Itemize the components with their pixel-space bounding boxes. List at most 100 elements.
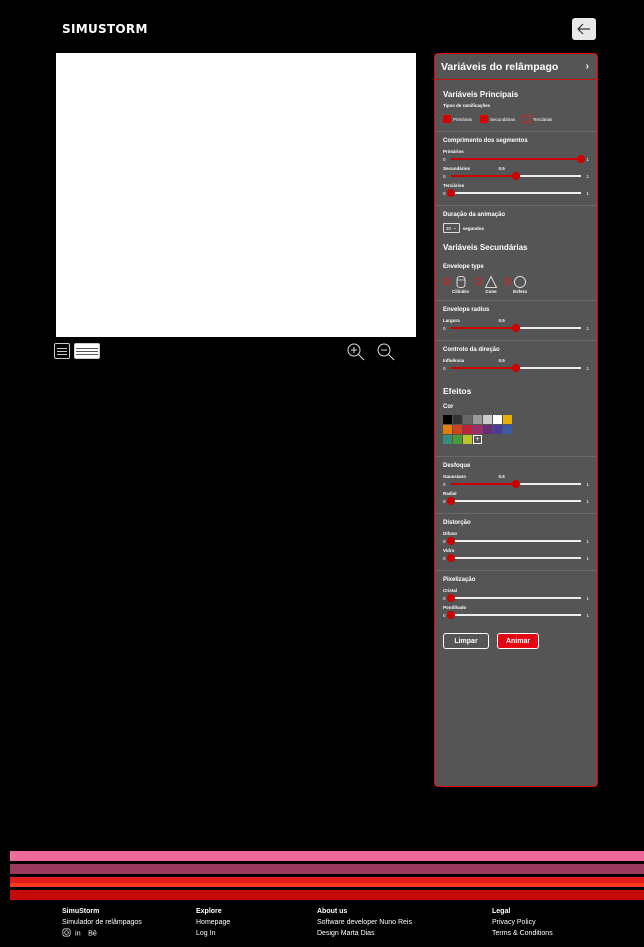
color-swatch[interactable] [483, 425, 492, 434]
slider-handle[interactable] [512, 364, 520, 372]
direction-sliders: Influência 0.5 0 1 [443, 358, 589, 372]
color-swatch[interactable] [463, 415, 472, 424]
color-swatch[interactable] [493, 425, 502, 434]
branch-type-option[interactable]: Primárias [443, 115, 472, 123]
footer-link-terms[interactable]: Terms & Conditions [492, 928, 553, 939]
slider-fill [451, 175, 516, 177]
color-swatch[interactable] [503, 415, 512, 424]
slider-track[interactable] [447, 497, 581, 505]
back-button[interactable] [572, 18, 596, 40]
slider-max: 1 [586, 190, 589, 196]
footer-col-explore: Explore Homepage Log In [196, 906, 230, 939]
branch-type-label: Secundárias [490, 116, 516, 122]
logo[interactable]: SIMUSTORM [62, 22, 148, 36]
zoom-out-icon[interactable] [376, 342, 396, 362]
slider-handle[interactable] [447, 189, 455, 197]
slider-track[interactable] [447, 189, 581, 197]
slider-handle[interactable] [512, 172, 520, 180]
footer-link-privacy[interactable]: Privacy Policy [492, 917, 553, 928]
distortion-sliders: Difuso 0 1 Vidro 0 1 [443, 531, 589, 562]
color-swatch[interactable] [493, 415, 502, 424]
radio-button[interactable] [475, 278, 482, 285]
branch-type-option[interactable]: Terciárias [523, 115, 552, 123]
radio-button[interactable] [504, 278, 511, 285]
envelope-option[interactable]: Cone [475, 275, 498, 294]
clear-button[interactable]: Limpar [443, 633, 489, 649]
instagram-icon[interactable] [62, 928, 71, 937]
color-swatch[interactable] [483, 415, 492, 424]
slider-handle[interactable] [512, 480, 520, 488]
color-swatch[interactable] [473, 415, 482, 424]
branch-type-label: Terciárias [533, 116, 553, 122]
slider-handle[interactable] [447, 554, 455, 562]
checkbox[interactable] [523, 115, 532, 123]
slider: Pontilhado 0 1 [443, 605, 589, 619]
panel-header[interactable]: Variáveis do relâmpago › [435, 54, 597, 80]
slider-track[interactable] [447, 594, 581, 602]
slider-min: 0 [443, 325, 446, 331]
slider-track[interactable] [451, 155, 585, 163]
color-swatch[interactable] [463, 425, 472, 434]
slider-handle[interactable] [577, 155, 585, 163]
slider-track[interactable] [447, 537, 581, 545]
envelope-option[interactable]: Esfera [504, 275, 527, 294]
slider-handle[interactable] [447, 611, 455, 619]
color-swatch[interactable] [443, 415, 452, 424]
footer-designer: Design Marta Dias [317, 930, 375, 937]
main-variables-title: Variáveis Principais [443, 90, 519, 99]
zoom-in-icon[interactable] [346, 342, 366, 362]
slider-track[interactable] [451, 324, 581, 332]
slider-handle[interactable] [447, 497, 455, 505]
color-swatch[interactable] [453, 415, 462, 424]
slider-track-row: 01 [443, 497, 589, 505]
color-swatch[interactable] [453, 435, 462, 444]
envelope-figure: Esfera [513, 275, 527, 294]
branch-types: Primárias Secundárias Terciárias [443, 115, 589, 123]
lightning-canvas[interactable] [56, 53, 416, 337]
slider-handle[interactable] [447, 594, 455, 602]
slider-handle[interactable] [447, 537, 455, 545]
branch-type-option[interactable]: Secundárias [480, 115, 515, 123]
slider-track-row: 01 [443, 189, 589, 197]
envelope-options: Cilindro Cone Esfera [443, 275, 589, 294]
slider-track[interactable] [447, 611, 581, 619]
chevron-right-icon[interactable]: › [586, 61, 589, 72]
add-color-button[interactable]: + [473, 435, 482, 444]
list-view-icon[interactable] [54, 343, 70, 359]
variables-panel: Variáveis do relâmpago › Variáveis Princ… [434, 53, 598, 787]
slider-max: 1 [586, 173, 589, 179]
color-swatch[interactable] [463, 435, 472, 444]
checkbox[interactable] [443, 115, 451, 123]
slider: Difuso 0 1 [443, 531, 589, 545]
linkedin-icon[interactable]: in [75, 928, 84, 937]
animate-button[interactable]: Animar [497, 633, 539, 649]
duration-select[interactable]: 30 ⌄ [443, 223, 460, 233]
color-swatch[interactable] [503, 425, 512, 434]
footer-link-login[interactable]: Log In [196, 928, 230, 939]
color-swatch[interactable] [443, 425, 452, 434]
slider: Influência 0.5 0 1 [443, 358, 589, 372]
wide-view-icon[interactable] [74, 343, 100, 359]
secondary-variables-title: Variáveis Secundárias [443, 243, 528, 252]
color-swatch[interactable] [453, 425, 462, 434]
segments-sliders: Primários 0 1 Secundários 0.5 0 1 Terciários 0 1 [443, 149, 589, 197]
color-swatch[interactable] [473, 425, 482, 434]
slider-track[interactable] [451, 364, 581, 372]
slider-track[interactable] [451, 172, 581, 180]
zoom-controls [346, 342, 396, 362]
checkbox[interactable] [480, 115, 489, 123]
envelope-radius-title: Envelope radius [443, 307, 490, 313]
color-swatches: + [443, 415, 589, 444]
footer-link-homepage[interactable]: Homepage [196, 917, 230, 928]
slider: Terciários 0 1 [443, 183, 589, 197]
slider-handle[interactable] [512, 324, 520, 332]
slider-track[interactable] [451, 480, 581, 488]
blur-section: Desfoque Gaussiano 0.5 0 1 Radial 0 1 [435, 457, 597, 514]
slider-value: 0.5 [498, 474, 505, 479]
color-swatch[interactable] [443, 435, 452, 444]
slider-track[interactable] [447, 554, 581, 562]
panel-title: Variáveis do relâmpago [441, 60, 559, 73]
envelope-option[interactable]: Cilindro [443, 275, 469, 294]
behance-icon[interactable]: Bē [88, 928, 99, 937]
radio-button[interactable] [443, 278, 450, 285]
